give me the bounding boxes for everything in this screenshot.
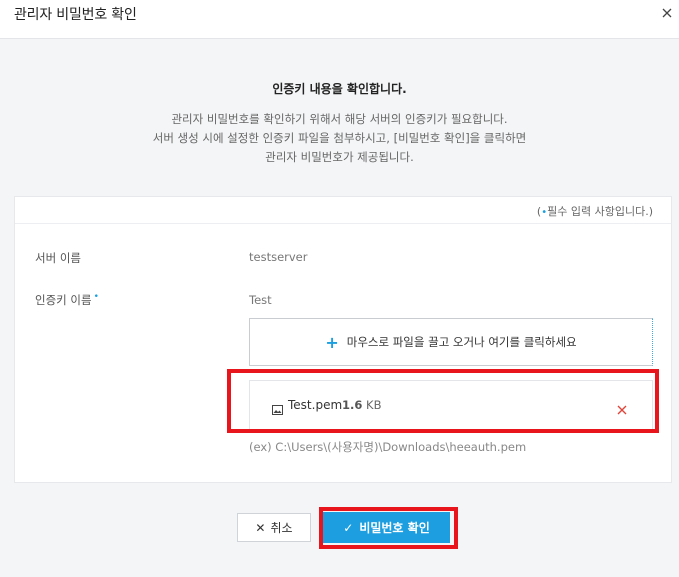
close-icon: ✕ (255, 520, 266, 535)
required-note-text: 필수 입력 사항입니다.) (547, 205, 653, 218)
auth-key-label-text: 인증키 이름 (35, 293, 92, 307)
plus-icon: + (325, 332, 339, 352)
required-mark: • (93, 292, 99, 302)
form-card: (•필수 입력 사항입니다.) 서버 이름 testserver 인증키 이름 •… (14, 196, 672, 483)
cancel-label: 취소 (270, 521, 293, 535)
attached-file: Test.pem 1.6 KB (249, 380, 653, 430)
intro-title: 인증키 내용을 확인합니다. (272, 82, 407, 96)
server-name-value: testserver (249, 250, 308, 264)
cancel-button[interactable]: ✕ 취소 (237, 513, 311, 542)
dropzone-text: 마우스로 파일을 끌고 오거나 여기를 클릭하세요 (346, 335, 577, 349)
remove-icon[interactable] (616, 401, 628, 415)
server-name-label: 서버 이름 (35, 251, 81, 265)
check-icon: ✓ (343, 520, 354, 535)
confirm-label: 비밀번호 확인 (359, 521, 430, 535)
auth-key-label: 인증키 이름 • (35, 292, 99, 308)
card-divider (15, 223, 671, 224)
file-size: 1.6 KB (342, 398, 381, 412)
required-note: (•필수 입력 사항입니다.) (537, 203, 653, 219)
file-name: Test.pem (288, 398, 343, 412)
dialog-title: 관리자 비밀번호 확인 (14, 7, 137, 23)
close-icon[interactable] (659, 5, 675, 21)
file-dropzone[interactable]: + 마우스로 파일을 끌고 오거나 여기를 클릭하세요 (249, 318, 653, 366)
image-file-icon (272, 400, 283, 415)
example-path: (ex) C:\Users\(사용자명)\Downloads\heeauth.p… (249, 440, 527, 454)
intro-description: 관리자 비밀번호를 확인하기 위해서 해당 서버의 인증키가 필요합니다. 서버… (0, 110, 679, 167)
dialog-header: 관리자 비밀번호 확인 (0, 0, 679, 39)
file-size-unit: KB (366, 398, 382, 412)
intro-line: 서버 생성 시에 설정한 인증키 파일을 첨부하시고, [비밀번호 확인]을 클… (152, 131, 527, 145)
intro-line: 관리자 비밀번호가 제공됩니다. (265, 150, 414, 164)
confirm-password-button[interactable]: ✓ 비밀번호 확인 (323, 512, 450, 543)
auth-key-value: Test (249, 293, 272, 307)
file-size-value: 1.6 (342, 398, 363, 412)
intro-line: 관리자 비밀번호를 확인하기 위해서 해당 서버의 인증키가 필요합니다. (171, 112, 508, 126)
